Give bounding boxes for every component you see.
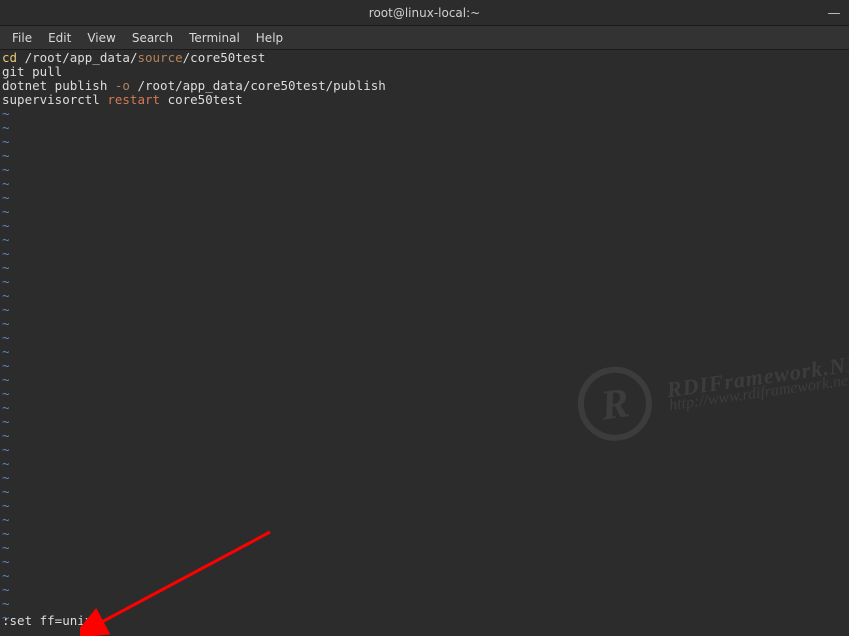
terminal-area[interactable]: cd /root/app_data/source/core50testgit p… <box>0 50 849 636</box>
window-title: root@linux-local:~ <box>369 6 480 20</box>
menu-search[interactable]: Search <box>124 28 181 48</box>
editor-empty-line: ~ <box>2 345 847 359</box>
editor-empty-line: ~ <box>2 205 847 219</box>
editor-empty-line: ~ <box>2 303 847 317</box>
editor-empty-line: ~ <box>2 387 847 401</box>
editor-empty-line: ~ <box>2 359 847 373</box>
editor-empty-line: ~ <box>2 107 847 121</box>
menu-edit[interactable]: Edit <box>40 28 79 48</box>
minimize-button[interactable]: — <box>827 7 841 20</box>
editor-empty-line: ~ <box>2 611 847 625</box>
editor-empty-line: ~ <box>2 261 847 275</box>
editor-empty-line: ~ <box>2 457 847 471</box>
editor-empty-line: ~ <box>2 317 847 331</box>
editor-empty-line: ~ <box>2 149 847 163</box>
editor-empty-line: ~ <box>2 499 847 513</box>
menu-terminal[interactable]: Terminal <box>181 28 248 48</box>
editor-empty-line: ~ <box>2 443 847 457</box>
editor-empty-line: ~ <box>2 177 847 191</box>
editor-empty-line: ~ <box>2 485 847 499</box>
menubar: File Edit View Search Terminal Help <box>0 26 849 50</box>
editor-empty-line: ~ <box>2 233 847 247</box>
editor-empty-line: ~ <box>2 401 847 415</box>
editor-empty-line: ~ <box>2 163 847 177</box>
editor-empty-line: ~ <box>2 541 847 555</box>
editor-empty-line: ~ <box>2 247 847 261</box>
titlebar: root@linux-local:~ — <box>0 0 849 26</box>
editor-content: cd /root/app_data/source/core50testgit p… <box>2 51 847 625</box>
editor-line: cd /root/app_data/source/core50test <box>2 51 847 65</box>
menu-help[interactable]: Help <box>248 28 291 48</box>
editor-empty-line: ~ <box>2 597 847 611</box>
window-controls: — <box>827 0 841 26</box>
editor-empty-line: ~ <box>2 331 847 345</box>
editor-empty-line: ~ <box>2 569 847 583</box>
editor-line: dotnet publish -o /root/app_data/core50t… <box>2 79 847 93</box>
menu-view[interactable]: View <box>79 28 123 48</box>
editor-empty-line: ~ <box>2 415 847 429</box>
editor-line: supervisorctl restart core50test <box>2 93 847 107</box>
editor-empty-line: ~ <box>2 513 847 527</box>
editor-empty-line: ~ <box>2 219 847 233</box>
editor-empty-line: ~ <box>2 135 847 149</box>
vim-command-text: :set ff=unix <box>2 613 92 628</box>
editor-empty-line: ~ <box>2 555 847 569</box>
editor-empty-line: ~ <box>2 471 847 485</box>
editor-line: git pull <box>2 65 847 79</box>
editor-empty-line: ~ <box>2 191 847 205</box>
editor-empty-line: ~ <box>2 373 847 387</box>
editor-empty-line: ~ <box>2 289 847 303</box>
editor-empty-line: ~ <box>2 583 847 597</box>
menu-file[interactable]: File <box>4 28 40 48</box>
editor-empty-line: ~ <box>2 121 847 135</box>
editor-empty-line: ~ <box>2 527 847 541</box>
editor-empty-line: ~ <box>2 429 847 443</box>
cursor <box>92 615 99 628</box>
editor-empty-line: ~ <box>2 275 847 289</box>
vim-command-line[interactable]: :set ff=unix <box>2 614 99 628</box>
